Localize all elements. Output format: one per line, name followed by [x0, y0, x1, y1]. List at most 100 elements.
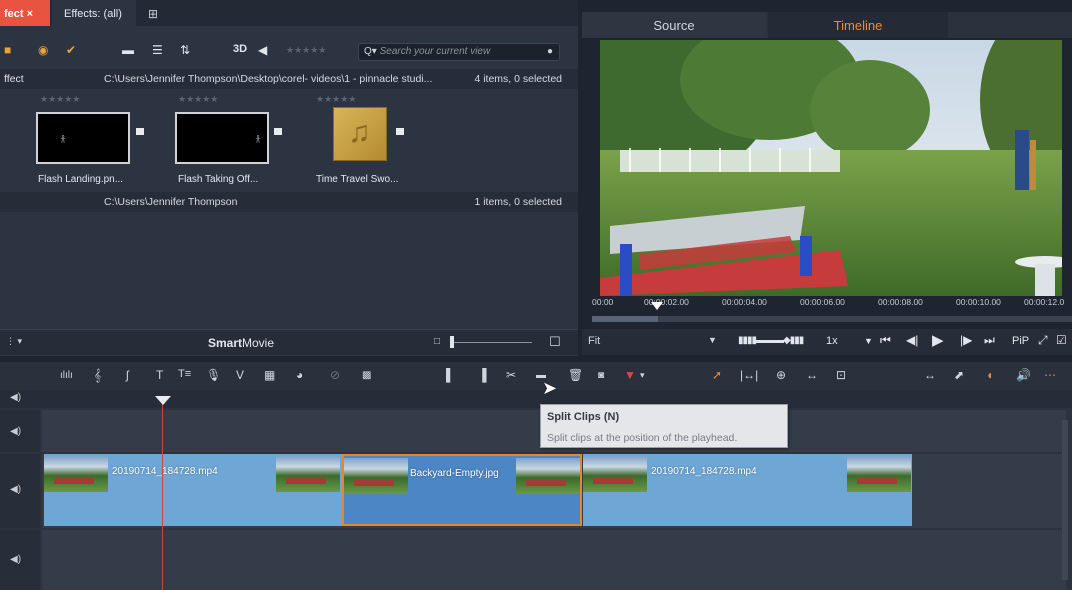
title-list-icon[interactable]: T≡	[178, 368, 191, 380]
zoom-select[interactable]: Fit	[588, 335, 600, 347]
go-to-end-icon[interactable]: ⏭	[984, 333, 995, 348]
track-lane[interactable]	[42, 530, 1066, 590]
scorefitter-icon[interactable]: ʃ	[126, 368, 129, 382]
item-rating[interactable]: ★★★★★	[316, 94, 356, 105]
item-label: Time Travel Swo...	[316, 174, 399, 185]
tag-icon[interactable]: ◀	[258, 43, 267, 57]
flag-icon[interactable]	[396, 128, 404, 135]
preview-time-ruler[interactable]: 00:00 00:00:02.00 00:00:04.00 00:00:06.0…	[582, 296, 1072, 328]
fullscreen-icon[interactable]: ⤢	[1038, 333, 1048, 348]
item-rating[interactable]: ★★★★★	[178, 94, 218, 105]
timeline-clip[interactable]: 20190714_184728.mp4	[583, 454, 912, 526]
ruler-label: 00:00:04.00	[722, 297, 767, 307]
chevron-down-icon[interactable]: ▼	[708, 335, 717, 345]
timeline-clip[interactable]: 20190714_184728.mp4	[44, 454, 342, 526]
folder-icon[interactable]: ▬	[122, 43, 134, 57]
library-item-flash-landing[interactable]: 𐀪	[36, 112, 130, 164]
tab-source[interactable]: Source	[582, 12, 766, 38]
clip-label: Backyard-Empty.jpg	[410, 468, 499, 479]
go-to-start-icon[interactable]: ⏮	[880, 333, 891, 348]
pointer-tool-icon[interactable]: ➚	[712, 368, 722, 382]
library-item-time-travel[interactable]: ♫	[333, 107, 387, 161]
voiceover-icon[interactable]: 🎙	[206, 368, 221, 382]
section-path: C:\Users\Jennifer Thompson\Desktop\corel…	[104, 73, 433, 85]
item-rating[interactable]: ★★★★★	[40, 94, 80, 105]
folder-orange-icon[interactable]: ■	[4, 43, 11, 57]
shuttle-control[interactable]: ▮▮▮▮▬▬▬◆▮▮▮	[738, 335, 804, 346]
search-placeholder: Search your current view	[379, 46, 491, 57]
speaker-icon[interactable]: ◀)	[10, 554, 21, 565]
slip-icon[interactable]: ⊡	[836, 368, 846, 382]
audio-scrub-icon[interactable]: 🔊	[1016, 368, 1031, 382]
track-header[interactable]: ◀)	[0, 530, 40, 590]
new-tab-icon[interactable]: ⊞	[148, 7, 158, 21]
trim-icon[interactable]: |↔|	[740, 368, 758, 382]
title-icon[interactable]: T	[156, 368, 163, 382]
timeline-playhead-line[interactable]	[162, 400, 163, 590]
external-icon[interactable]: ☑	[1056, 333, 1067, 347]
speaker-icon[interactable]: ◀)	[10, 392, 21, 403]
magnet-icon[interactable]: ◖	[986, 368, 993, 382]
track-header[interactable]: ◀)	[0, 410, 40, 452]
play-icon[interactable]: ▶	[932, 331, 944, 349]
search-icon: Q▾	[364, 46, 377, 57]
timeline-clip-selected[interactable]: Backyard-Empty.jpg	[342, 454, 582, 526]
transition-icon[interactable]: V	[236, 368, 244, 382]
roll-icon[interactable]: ↔	[806, 368, 818, 382]
library-item-flash-taking-off[interactable]: 𐀪	[175, 112, 269, 164]
marker-out-icon[interactable]: ▐	[478, 368, 487, 382]
speaker-icon[interactable]: ◀)	[10, 426, 21, 437]
list-view-icon[interactable]: ☰	[152, 43, 163, 57]
tab-effects-all[interactable]: Effects: (all)	[52, 0, 136, 26]
delete-icon[interactable]: 🗑	[568, 368, 583, 382]
check-circle-icon[interactable]: ✔	[66, 43, 76, 57]
smartmovie-bar: ⋮ ▾ SmartMovie □ ☐	[0, 329, 578, 355]
clip-thumbnail	[516, 458, 580, 494]
vertical-scrollbar[interactable]	[1062, 420, 1068, 580]
dropdown-caret-icon[interactable]: ⋮ ▾	[6, 336, 22, 347]
thumb-size-slider[interactable]	[452, 342, 532, 343]
figure-icon: 𐀪	[255, 135, 262, 146]
search-input[interactable]: Q▾ Search your current view ●	[358, 43, 560, 61]
track-lane-video[interactable]: 20190714_184728.mp4 Backyard-Empty.jpg 2…	[42, 454, 1066, 528]
preview-playhead[interactable]	[651, 302, 663, 310]
pip-button[interactable]: PiP	[1012, 335, 1029, 347]
insert-icon[interactable]: ↔	[924, 368, 936, 382]
chevron-down-icon[interactable]: ▾	[640, 370, 645, 381]
marker-icon[interactable]: ▼	[624, 368, 636, 382]
clip-thumbnail	[847, 456, 911, 492]
scrub-track[interactable]	[592, 316, 1072, 322]
color-icon[interactable]: ◕	[296, 368, 303, 382]
flag-icon[interactable]	[136, 128, 144, 135]
magic-icon[interactable]: ⬈	[954, 368, 964, 382]
image-icon[interactable]: ▩	[362, 370, 371, 381]
step-forward-icon[interactable]: |▶	[960, 333, 972, 347]
snapshot-icon[interactable]: ◙	[598, 370, 604, 381]
music-icon[interactable]: 𝄞	[94, 368, 101, 383]
smart-collection-icon[interactable]: ◉	[38, 43, 48, 57]
speed-label[interactable]: 1x	[826, 335, 838, 347]
smartmovie-button[interactable]: SmartMovie	[208, 336, 274, 350]
audio-mixer-icon[interactable]: ılılı	[60, 370, 73, 381]
timeline-playhead[interactable]	[155, 396, 171, 405]
link-icon[interactable]: ⊘	[330, 368, 340, 382]
ripple-icon[interactable]: ⊕	[776, 368, 786, 382]
flag-icon[interactable]	[274, 128, 282, 135]
speaker-icon[interactable]: ◀)	[10, 484, 21, 495]
split-clips-tooltip: Split Clips (N) Split clips at the posit…	[540, 404, 788, 448]
track-header[interactable]: ◀)	[0, 454, 40, 528]
step-back-icon[interactable]: ◀|	[906, 333, 918, 347]
transport-bar: Fit ▼ ▮▮▮▮▬▬▬◆▮▮▮ 1x ▼ ⏮ ◀| ▶ |▶ ⏭ PiP ⤢…	[582, 329, 1072, 355]
slider-handle[interactable]	[450, 336, 454, 348]
sort-icon[interactable]: ⇅	[180, 43, 190, 57]
marker-in-icon[interactable]: ▌	[446, 368, 455, 382]
effects-icon[interactable]: ✂	[506, 368, 516, 382]
view-3d-toggle[interactable]: 3D	[233, 43, 247, 55]
tab-effect[interactable]: fect ×	[0, 0, 50, 26]
tab-timeline[interactable]: Timeline	[768, 12, 948, 38]
chevron-down-icon[interactable]: ▼	[864, 336, 873, 346]
clear-search-icon[interactable]: ●	[547, 46, 553, 57]
multicam-icon[interactable]: ▦	[264, 368, 275, 382]
rating-filter[interactable]: ★★★★★	[286, 45, 326, 56]
more-icon[interactable]: ⋯	[1044, 368, 1056, 382]
